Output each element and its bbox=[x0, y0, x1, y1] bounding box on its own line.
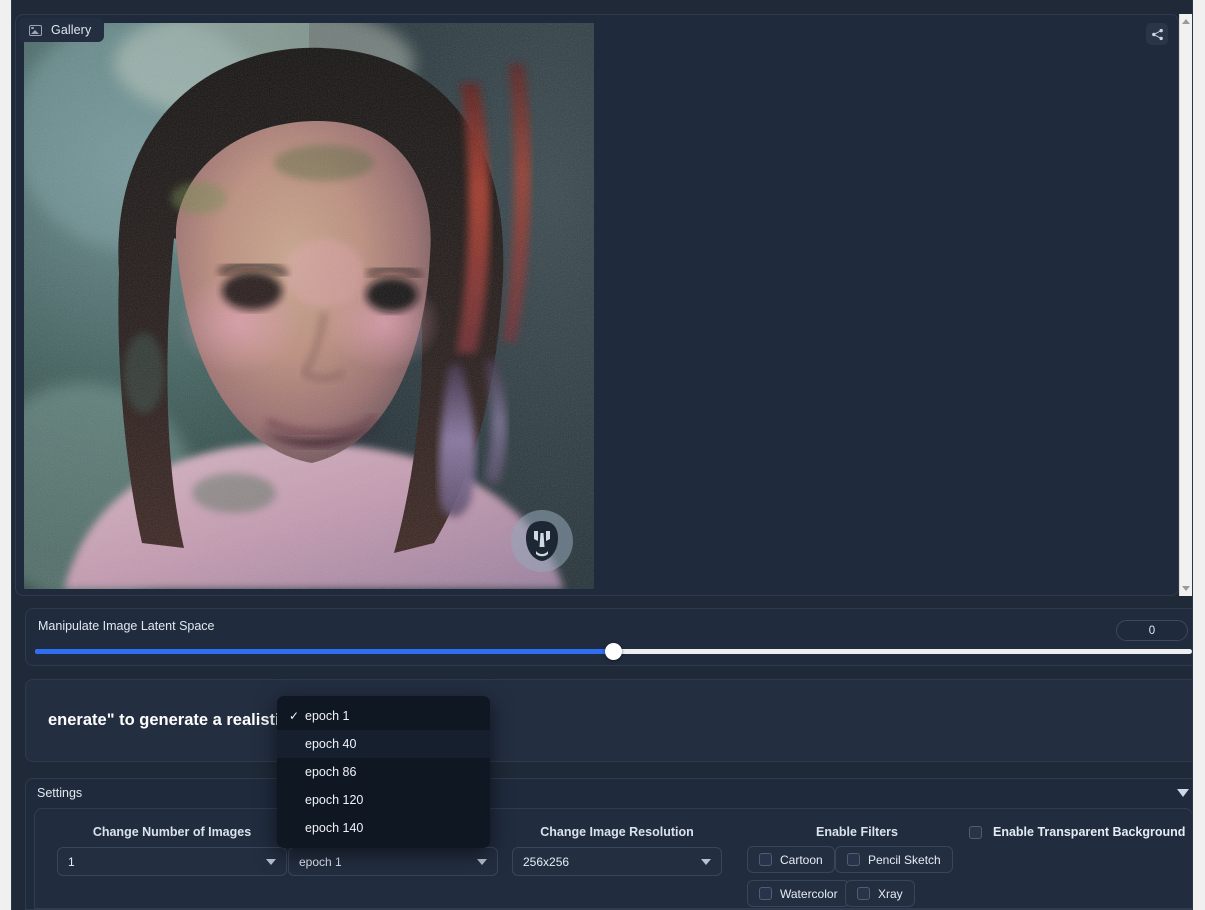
filter-cartoon-label: Cartoon bbox=[780, 852, 823, 867]
transparent-background-toggle[interactable]: Enable Transparent Background bbox=[969, 825, 1185, 839]
chevron-down-icon bbox=[266, 858, 276, 865]
resolution-label: Change Image Resolution bbox=[540, 825, 694, 839]
face-mask-icon bbox=[526, 521, 558, 561]
resolution-select[interactable]: 256x256 bbox=[512, 847, 722, 876]
image-icon bbox=[29, 24, 42, 36]
chevron-down-icon bbox=[701, 858, 711, 865]
app-root: Gallery Manipulate Image Latent Space 0 … bbox=[11, 0, 1193, 910]
epoch-dropdown-menu[interactable]: ✓ epoch 1 epoch 40 epoch 86 epoch 120 ep… bbox=[277, 696, 490, 848]
generated-face-image bbox=[24, 23, 594, 589]
resolution-value: 256x256 bbox=[523, 854, 570, 869]
filter-watercolor-label: Watercolor bbox=[780, 886, 838, 901]
settings-header[interactable]: Settings bbox=[26, 779, 1192, 808]
transparent-background-label: Enable Transparent Background bbox=[993, 825, 1186, 839]
num-images-value: 1 bbox=[68, 854, 75, 869]
generated-image[interactable] bbox=[24, 23, 594, 589]
filters-label: Enable Filters bbox=[816, 825, 898, 839]
dropdown-option-label: epoch 120 bbox=[305, 793, 364, 807]
settings-body: Change Number of Images 1 epoch 1 Change… bbox=[34, 808, 1192, 909]
dropdown-option-epoch-86[interactable]: epoch 86 bbox=[277, 758, 490, 786]
watermark-logo bbox=[511, 510, 573, 572]
checkbox-icon[interactable] bbox=[847, 853, 860, 866]
filter-watercolor[interactable]: Watercolor bbox=[747, 880, 850, 907]
checkbox-icon[interactable] bbox=[969, 825, 982, 839]
latent-slider-fill bbox=[35, 649, 614, 654]
filter-xray-label: Xray bbox=[878, 886, 903, 901]
num-images-label: Change Number of Images bbox=[92, 825, 252, 839]
info-banner: enerate" to generate a realistic face. bbox=[25, 679, 1192, 762]
share-icon bbox=[1151, 28, 1163, 40]
chevron-down-icon bbox=[477, 858, 487, 865]
settings-title: Settings bbox=[37, 786, 83, 800]
share-button[interactable] bbox=[1146, 23, 1168, 45]
dropdown-option-epoch-40[interactable]: epoch 40 bbox=[277, 730, 490, 758]
dropdown-option-label: epoch 140 bbox=[305, 821, 364, 835]
epoch-select[interactable]: epoch 1 bbox=[288, 847, 498, 876]
latent-slider-track[interactable] bbox=[35, 643, 1192, 660]
dropdown-option-epoch-140[interactable]: epoch 140 bbox=[277, 814, 490, 842]
dropdown-option-epoch-1[interactable]: ✓ epoch 1 bbox=[277, 702, 490, 730]
settings-panel: Settings Change Number of Images 1 epoch… bbox=[25, 778, 1192, 910]
epoch-value: epoch 1 bbox=[299, 854, 342, 869]
dropdown-option-label: epoch 1 bbox=[305, 709, 350, 723]
scroll-down-arrow-icon[interactable] bbox=[1182, 586, 1190, 591]
latent-slider-thumb[interactable] bbox=[605, 643, 622, 660]
dropdown-option-epoch-120[interactable]: epoch 120 bbox=[277, 786, 490, 814]
scroll-up-arrow-icon[interactable] bbox=[1182, 19, 1190, 24]
gallery-tab-label: Gallery bbox=[51, 23, 92, 37]
num-images-select[interactable]: 1 bbox=[57, 847, 287, 876]
filter-cartoon[interactable]: Cartoon bbox=[747, 846, 835, 873]
filter-pencil-sketch[interactable]: Pencil Sketch bbox=[835, 846, 953, 873]
checkbox-icon[interactable] bbox=[759, 853, 772, 866]
dropdown-option-label: epoch 86 bbox=[305, 765, 357, 779]
latent-slider-value[interactable]: 0 bbox=[1116, 620, 1188, 641]
filter-pencil-sketch-label: Pencil Sketch bbox=[868, 852, 941, 867]
filter-xray[interactable]: Xray bbox=[845, 880, 915, 907]
check-icon: ✓ bbox=[289, 709, 300, 723]
latent-space-slider-panel: Manipulate Image Latent Space 0 bbox=[25, 608, 1192, 666]
gallery-panel: Gallery bbox=[15, 14, 1179, 596]
dropdown-option-label: epoch 40 bbox=[305, 737, 357, 751]
checkbox-icon[interactable] bbox=[759, 887, 772, 900]
vertical-scrollbar[interactable] bbox=[1179, 14, 1192, 596]
gallery-tab[interactable]: Gallery bbox=[19, 18, 105, 42]
checkbox-icon[interactable] bbox=[857, 887, 870, 900]
latent-slider-label: Manipulate Image Latent Space bbox=[38, 619, 215, 633]
chevron-down-icon[interactable] bbox=[1177, 789, 1189, 797]
